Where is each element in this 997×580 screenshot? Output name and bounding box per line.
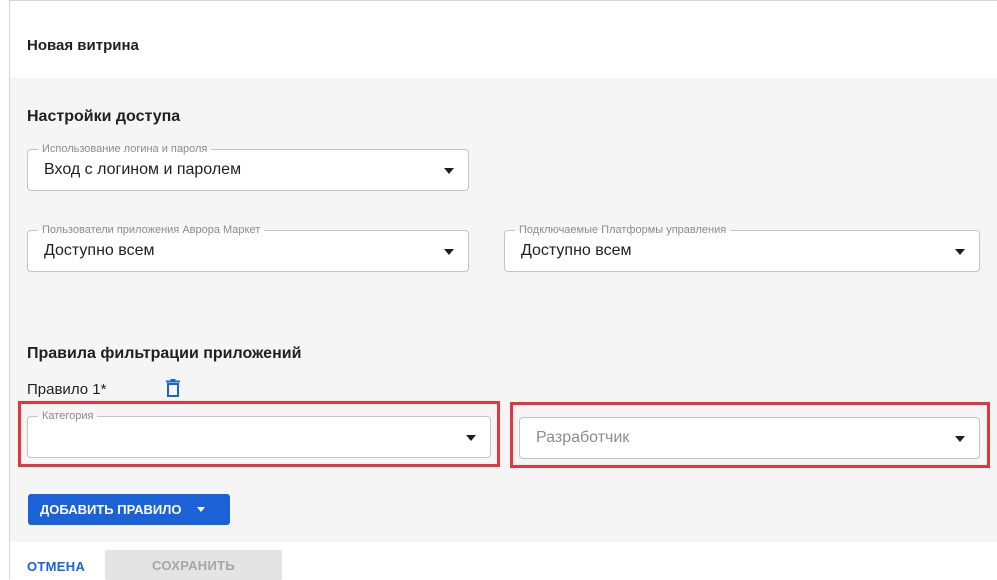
cancel-button[interactable]: ОТМЕНА (27, 559, 85, 574)
new-storefront-dialog: Новая витрина Настройки доступа Использо… (9, 0, 997, 580)
save-button[interactable]: СОХРАНИТЬ (105, 550, 282, 580)
login-mode-legend: Использование логина и пароля (38, 142, 212, 156)
platforms-select[interactable]: Подключаемые Платформы управления Доступ… (504, 223, 980, 272)
login-mode-value: Вход с логином и паролем (44, 161, 242, 178)
developer-placeholder: Разработчик (536, 429, 630, 446)
dialog-title: Новая витрина (27, 37, 139, 54)
add-rule-label: ДОБАВИТЬ ПРАВИЛО (40, 502, 182, 517)
chevron-down-icon (444, 168, 454, 174)
chevron-down-icon (197, 507, 206, 512)
chevron-down-icon (955, 436, 965, 442)
chevron-down-icon (466, 435, 476, 441)
dialog-body: Настройки доступа Использование логина и… (10, 78, 997, 542)
add-rule-button[interactable]: ДОБАВИТЬ ПРАВИЛО (28, 494, 230, 525)
platforms-legend: Подключаемые Платформы управления (515, 223, 731, 237)
chevron-down-icon (955, 249, 965, 255)
category-select[interactable]: Категория (27, 409, 491, 458)
trash-icon[interactable] (166, 379, 180, 397)
access-settings-title: Настройки доступа (27, 108, 181, 125)
chevron-down-icon (444, 249, 454, 255)
rule-label: Правило 1* (27, 381, 107, 398)
platforms-value: Доступно всем (521, 242, 632, 259)
filter-rules-title: Правила фильтрации приложений (27, 345, 302, 362)
category-legend: Категория (38, 409, 98, 423)
market-users-value: Доступно всем (44, 242, 155, 259)
login-mode-select[interactable]: Использование логина и пароля Вход с лог… (27, 142, 469, 191)
developer-select[interactable]: Разработчик (519, 417, 980, 459)
market-users-legend: Пользователи приложения Аврора Маркет (38, 223, 265, 237)
market-users-select[interactable]: Пользователи приложения Аврора Маркет До… (27, 223, 469, 272)
